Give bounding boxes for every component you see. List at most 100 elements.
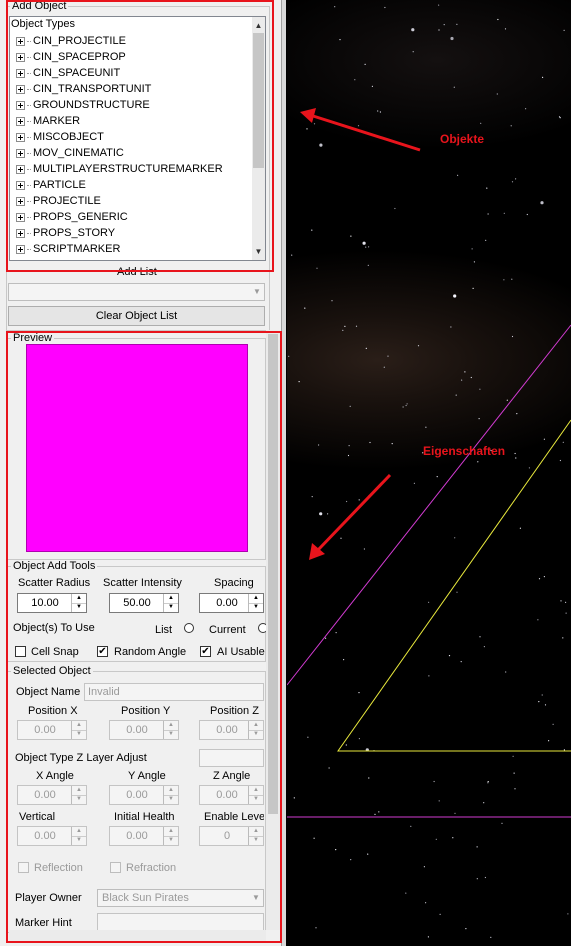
tree-item[interactable]: MISCOBJECT bbox=[16, 129, 104, 145]
add-list-dropdown[interactable]: ▼ bbox=[8, 283, 265, 301]
spin-down-icon[interactable]: ▼ bbox=[164, 730, 178, 739]
tree-item[interactable]: MARKER bbox=[16, 113, 80, 129]
position-x-label: Position X bbox=[28, 705, 78, 717]
tree-item-label: CIN_SPACEPROP bbox=[33, 51, 126, 63]
object-name-field[interactable]: Invalid bbox=[84, 683, 264, 701]
reflection-checkbox[interactable] bbox=[18, 862, 29, 873]
tree-item[interactable]: MULTIPLAYERSTRUCTUREMARKER bbox=[16, 161, 223, 177]
spacing-spinner[interactable]: 0.00 ▲ ▼ bbox=[199, 593, 264, 613]
spin-down-icon[interactable]: ▼ bbox=[249, 795, 263, 804]
scene-viewport[interactable] bbox=[287, 0, 571, 946]
spacing-value[interactable]: 0.00 bbox=[200, 594, 254, 612]
expand-plus-icon[interactable] bbox=[16, 212, 25, 222]
marker-hint-field[interactable] bbox=[97, 913, 264, 931]
spin-down-icon[interactable]: ▼ bbox=[164, 836, 178, 845]
expand-plus-icon[interactable] bbox=[16, 52, 25, 62]
spin-down-icon[interactable]: ▼ bbox=[72, 603, 86, 612]
properties-scroll-thumb[interactable] bbox=[268, 334, 278, 814]
scatter-intensity-value[interactable]: 50.00 bbox=[110, 594, 164, 612]
tree-item[interactable]: CIN_TRANSPORTUNIT bbox=[16, 81, 151, 97]
random-angle-checkbox[interactable]: ✔ bbox=[97, 646, 108, 657]
position-z-spinner[interactable]: 0.00 ▲ ▼ bbox=[199, 720, 264, 740]
vertical-value[interactable]: 0.00 bbox=[18, 827, 72, 845]
scroll-up-arrow-icon[interactable]: ▲ bbox=[252, 19, 265, 32]
cell-snap-checkbox[interactable] bbox=[15, 646, 26, 657]
chevron-down-icon[interactable]: ▼ bbox=[249, 890, 263, 906]
tree-item-label: PROPS_GENERIC bbox=[33, 211, 128, 223]
expand-plus-icon[interactable] bbox=[16, 100, 25, 110]
refraction-checkbox[interactable] bbox=[110, 862, 121, 873]
object-types-tree[interactable]: Object Types CIN_PROJECTILE CIN_SPACEPROP… bbox=[9, 16, 266, 261]
tree-item[interactable]: PROJECTILE bbox=[16, 193, 101, 209]
clear-object-list-button[interactable]: Clear Object List bbox=[8, 306, 265, 326]
expand-plus-icon[interactable] bbox=[16, 68, 25, 78]
tree-item[interactable]: PROPS_STORY bbox=[16, 225, 115, 241]
initial-health-value[interactable]: 0.00 bbox=[110, 827, 164, 845]
chevron-down-icon[interactable]: ▼ bbox=[250, 284, 264, 300]
magenta-diagonal-line bbox=[287, 324, 571, 686]
tree-item[interactable]: SECONDARYSTRUCTURE bbox=[16, 257, 170, 262]
spin-down-icon[interactable]: ▼ bbox=[249, 730, 263, 739]
spin-down-icon[interactable]: ▼ bbox=[72, 795, 86, 804]
tree-item[interactable]: MOV_CINEMATIC bbox=[16, 145, 124, 161]
player-owner-value: Black Sun Pirates bbox=[102, 892, 189, 904]
expand-plus-icon[interactable] bbox=[16, 164, 25, 174]
position-z-value[interactable]: 0.00 bbox=[200, 721, 254, 739]
position-y-value[interactable]: 0.00 bbox=[110, 721, 164, 739]
tree-item[interactable]: PROPS_GENERIC bbox=[16, 209, 128, 225]
x-angle-value[interactable]: 0.00 bbox=[18, 786, 72, 804]
x-angle-spinner[interactable]: 0.00 ▲ ▼ bbox=[17, 785, 87, 805]
expand-plus-icon[interactable] bbox=[16, 228, 25, 238]
tree-item[interactable]: GROUNDSTRUCTURE bbox=[16, 97, 150, 113]
expand-plus-icon[interactable] bbox=[16, 132, 25, 142]
z-angle-label: Z Angle bbox=[213, 770, 251, 782]
spin-down-icon[interactable]: ▼ bbox=[249, 603, 263, 612]
scatter-radius-value[interactable]: 10.00 bbox=[18, 594, 72, 612]
spin-down-icon[interactable]: ▼ bbox=[72, 730, 86, 739]
spin-down-icon[interactable]: ▼ bbox=[164, 603, 178, 612]
z-layer-adjust-field[interactable] bbox=[199, 749, 264, 767]
player-owner-dropdown[interactable]: Black Sun Pirates ▼ bbox=[97, 889, 264, 907]
spin-down-icon[interactable]: ▼ bbox=[164, 795, 178, 804]
expand-plus-icon[interactable] bbox=[16, 148, 25, 158]
properties-hscrollbar[interactable] bbox=[9, 930, 266, 942]
list-radio[interactable] bbox=[184, 623, 194, 633]
object-types-scrollbar[interactable]: ▲ ▼ bbox=[252, 17, 265, 260]
initial-health-spinner[interactable]: 0.00 ▲ ▼ bbox=[109, 826, 179, 846]
tree-item[interactable]: CIN_SPACEPROP bbox=[16, 49, 126, 65]
expand-plus-icon[interactable] bbox=[16, 180, 25, 190]
scroll-thumb[interactable] bbox=[253, 33, 264, 168]
expand-plus-icon[interactable] bbox=[16, 116, 25, 126]
position-x-spinner[interactable]: 0.00 ▲ ▼ bbox=[17, 720, 87, 740]
tree-item[interactable]: PARTICLE bbox=[16, 177, 86, 193]
list-radio-label: List bbox=[155, 624, 173, 636]
properties-scrollbar[interactable] bbox=[266, 330, 280, 930]
scatter-radius-spinner[interactable]: 10.00 ▲ ▼ bbox=[17, 593, 87, 613]
spin-down-icon[interactable]: ▼ bbox=[72, 836, 86, 845]
enable-level-spinner[interactable]: 0 ▲ ▼ bbox=[199, 826, 264, 846]
ai-usable-checkbox[interactable]: ✔ bbox=[200, 646, 211, 657]
annotation-objekte: Objekte bbox=[440, 132, 485, 146]
tree-item[interactable]: SCRIPTMARKER bbox=[16, 241, 120, 257]
expand-plus-icon[interactable] bbox=[16, 261, 25, 262]
expand-plus-icon[interactable] bbox=[16, 244, 25, 254]
enable-level-value[interactable]: 0 bbox=[200, 827, 254, 845]
tree-item-label: MISCOBJECT bbox=[33, 131, 104, 143]
tree-connector bbox=[27, 152, 31, 154]
expand-plus-icon[interactable] bbox=[16, 36, 25, 46]
panel-splitter[interactable] bbox=[281, 0, 286, 946]
vertical-spinner[interactable]: 0.00 ▲ ▼ bbox=[17, 826, 87, 846]
position-x-value[interactable]: 0.00 bbox=[18, 721, 72, 739]
y-angle-spinner[interactable]: 0.00 ▲ ▼ bbox=[109, 785, 179, 805]
y-angle-value[interactable]: 0.00 bbox=[110, 786, 164, 804]
expand-plus-icon[interactable] bbox=[16, 196, 25, 206]
position-y-spinner[interactable]: 0.00 ▲ ▼ bbox=[109, 720, 179, 740]
tree-item[interactable]: CIN_PROJECTILE bbox=[16, 33, 126, 49]
z-angle-spinner[interactable]: 0.00 ▲ ▼ bbox=[199, 785, 264, 805]
expand-plus-icon[interactable] bbox=[16, 84, 25, 94]
spin-down-icon[interactable]: ▼ bbox=[249, 836, 263, 845]
z-angle-value[interactable]: 0.00 bbox=[200, 786, 254, 804]
scroll-down-arrow-icon[interactable]: ▼ bbox=[252, 245, 265, 258]
scatter-intensity-spinner[interactable]: 50.00 ▲ ▼ bbox=[109, 593, 179, 613]
tree-item[interactable]: CIN_SPACEUNIT bbox=[16, 65, 120, 81]
